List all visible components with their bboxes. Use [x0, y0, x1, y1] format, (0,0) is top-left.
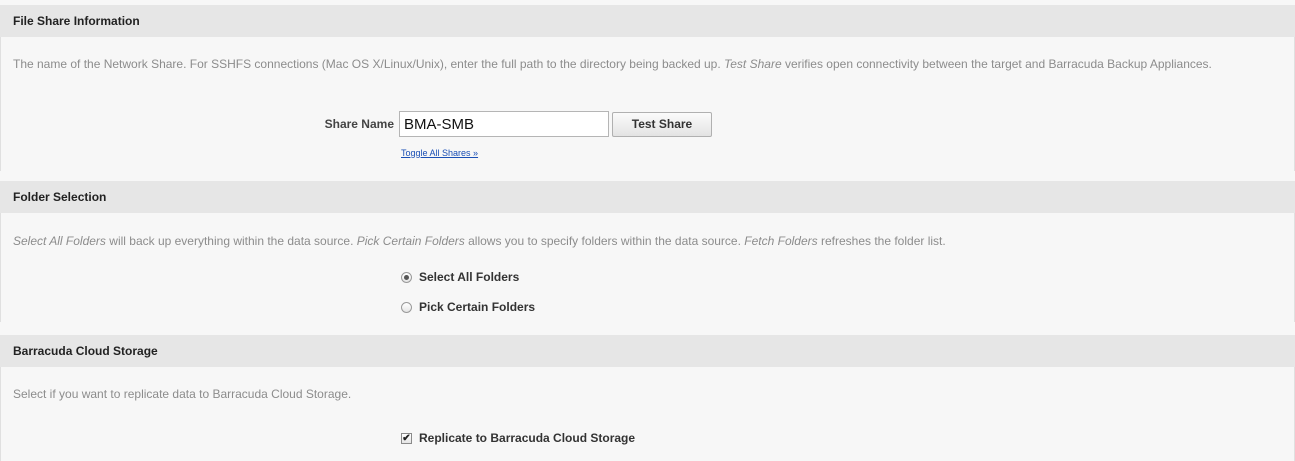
cloud-storage-body [0, 367, 1295, 461]
share-name-label: Share Name [324, 117, 394, 131]
cloud-storage-description: Select if you want to replicate data to … [13, 387, 352, 401]
select-all-folders-option[interactable]: Select All Folders [401, 268, 519, 286]
folder-selection-body [0, 213, 1295, 322]
folder-selection-header: Folder Selection [0, 181, 1295, 213]
cloud-storage-header: Barracuda Cloud Storage [0, 335, 1295, 367]
select-all-folders-radio[interactable] [401, 271, 412, 283]
pick-certain-folders-option[interactable]: Pick Certain Folders [401, 298, 535, 316]
replicate-cloud-option[interactable]: ✔ Replicate to Barracuda Cloud Storage [401, 429, 635, 447]
toggle-all-shares-link[interactable]: Toggle All Shares » [401, 148, 478, 158]
file-share-header: File Share Information [0, 5, 1295, 37]
pick-certain-folders-label: Pick Certain Folders [419, 300, 536, 314]
folder-selection-description: Select All Folders will back up everythi… [13, 234, 946, 248]
file-share-description: The name of the Network Share. For SSHFS… [13, 57, 1212, 71]
share-name-input[interactable] [399, 111, 609, 137]
pick-certain-folders-radio[interactable] [401, 301, 412, 313]
replicate-cloud-checkbox[interactable]: ✔ [401, 432, 412, 444]
select-all-folders-label: Select All Folders [419, 270, 520, 284]
replicate-cloud-label: Replicate to Barracuda Cloud Storage [419, 431, 636, 445]
test-share-button[interactable]: Test Share [612, 112, 712, 137]
